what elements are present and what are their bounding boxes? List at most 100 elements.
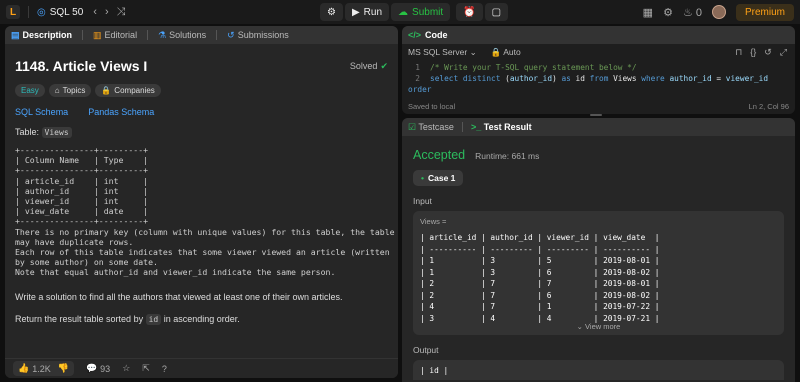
streak-count: 0 [695, 6, 702, 19]
output-label: Output [413, 345, 439, 355]
comments-button[interactable]: 💬 93 [86, 363, 110, 374]
run-button[interactable]: ▶ Run [344, 3, 390, 21]
order-text-post: in ascending order. [163, 313, 240, 324]
saved-status: Saved to local [408, 102, 456, 111]
description-tabs: ▤ Description ▥ Editorial ⚗ Solutions ↺ … [5, 26, 398, 44]
panel-resize-handle[interactable] [590, 114, 602, 116]
tab-divider [461, 122, 463, 132]
submit-label: Submit [412, 6, 444, 18]
tab-submissions-label: Submissions [237, 30, 289, 40]
companies-chip[interactable]: 🔒 Companies [95, 84, 161, 97]
tab-description-label: Description [22, 30, 73, 40]
streak-fire-icon[interactable]: ♨ 0 [683, 6, 702, 19]
timer-button[interactable]: ⏰ [456, 3, 483, 21]
pandas-schema-link[interactable]: Pandas Schema [88, 107, 154, 117]
layout-icon[interactable]: ▦ [643, 6, 653, 19]
problem-description: 1148. Article Views I Solved ✔ Easy ⌂ Top… [5, 44, 398, 325]
checkbox-icon: ☑ [408, 121, 417, 132]
comment-icon: 💬 [85, 363, 98, 373]
solved-label: Solved [349, 61, 378, 71]
tab-divider [82, 30, 84, 40]
sql-schema-link[interactable]: SQL Schema [15, 107, 68, 117]
editor-toolbar: MS SQL Server ⌄ 🔒 Auto ⊓ {} ↺ ⤢ [402, 44, 795, 60]
code-panel: </> Code MS SQL Server ⌄ 🔒 Auto ⊓ {} ↺ ⤢… [402, 26, 795, 114]
tab-submissions[interactable]: ↺ Submissions [227, 30, 289, 41]
order-text-pre: Return the result table sorted by [15, 313, 144, 324]
like-button[interactable]: 👍 1.2K 👎 [13, 361, 74, 376]
code-line: 1 /* Write your T-SQL query statement bel… [408, 62, 795, 73]
next-problem-icon[interactable]: › [105, 6, 109, 18]
tab-description[interactable]: ▤ Description [11, 30, 72, 41]
language-select[interactable]: MS SQL Server ⌄ [408, 47, 477, 58]
shuffle-icon[interactable]: ⤨ [117, 6, 126, 19]
test-result-label: Test Result [483, 122, 532, 132]
submit-button[interactable]: ☁ Submit [391, 3, 451, 21]
code-comment: /* Write your T-SQL query statement belo… [430, 63, 637, 72]
run-label: Run [363, 6, 383, 18]
lock-icon: 🔒 [490, 46, 502, 57]
cursor-position: Ln 2, Col 96 [748, 102, 789, 111]
braces-icon[interactable]: {} [750, 47, 756, 58]
help-icon[interactable]: ? [162, 364, 167, 374]
code-header: </> Code [402, 26, 795, 44]
debug-icon: ⚙ [327, 6, 336, 18]
lock-icon: 🔒 [101, 86, 112, 95]
flask-icon: ⚗ [158, 29, 167, 40]
alarm-icon: ⏰ [463, 6, 476, 18]
auto-mode-toggle[interactable]: 🔒 Auto [491, 47, 521, 58]
code-line: 2 select distinct (author_id) as id from … [408, 74, 769, 94]
comment-count: 93 [100, 363, 111, 374]
problem-title[interactable]: 1148. Article Views I [15, 58, 147, 74]
case-1-tab[interactable]: • Case 1 [413, 170, 464, 186]
input-label: Input [413, 196, 432, 206]
description-panel: ▤ Description ▥ Editorial ⚗ Solutions ↺ … [5, 26, 398, 378]
tab-editorial[interactable]: ▥ Editorial [93, 30, 137, 41]
result-tabs: ☑ Testcase >_ Test Result [402, 118, 795, 136]
task-statement: Write a solution to find all the authors… [15, 291, 343, 302]
view-more-label: View more [585, 322, 621, 331]
nav-divider [28, 6, 29, 18]
chevron-down-icon: ⌄ [469, 46, 477, 57]
bookmark-icon[interactable]: ⊓ [735, 47, 742, 58]
note-icon: ▢ [491, 6, 502, 18]
tab-solutions[interactable]: ⚗ Solutions [158, 30, 206, 41]
expand-icon[interactable]: ⤢ [780, 47, 787, 58]
tab-test-result[interactable]: >_ Test Result [471, 122, 532, 132]
list-icon: ◎ [37, 6, 46, 18]
terminal-icon: >_ [470, 122, 482, 132]
problem-list-button[interactable]: ◎ SQL 50 [37, 7, 83, 18]
editor-status-bar: Saved to local Ln 2, Col 96 [408, 102, 789, 111]
premium-button[interactable]: Premium [735, 3, 794, 21]
run-submit-group: ⚙ ▶ Run ☁ Submit ⏰ ▢ [320, 3, 509, 21]
companies-label: Companies [114, 86, 155, 95]
order-code: id [145, 313, 162, 325]
description-footer: 👍 1.2K 👎 💬 93 ☆ ⇱ ? [5, 358, 398, 378]
settings-gear-icon[interactable]: ⚙ [663, 6, 673, 19]
check-circle-icon: ✔ [380, 60, 388, 71]
input-box: Views = | article_id | author_id | viewe… [413, 211, 784, 335]
table-caption: Table: Views [15, 127, 388, 138]
leetcode-logo-icon[interactable]: L [6, 5, 20, 19]
share-icon[interactable]: ⇱ [142, 363, 150, 374]
thumbs-up-icon: 👍 [18, 363, 30, 373]
book-icon: ▥ [93, 29, 102, 40]
testcase-label: Testcase [418, 121, 454, 132]
user-avatar[interactable] [711, 5, 726, 19]
reset-icon[interactable]: ↺ [764, 47, 772, 58]
tab-editorial-label: Editorial [104, 30, 138, 40]
view-more-button[interactable]: ⌄ View more [413, 322, 784, 331]
topics-chip[interactable]: ⌂ Topics [48, 84, 92, 97]
nav-right: ▦ ⚙ ♨ 0 Premium [643, 3, 794, 21]
star-icon[interactable]: ☆ [122, 363, 130, 374]
mode-label: Auto [503, 46, 521, 57]
tab-solutions-label: Solutions [169, 30, 207, 40]
line-number: 1 [415, 63, 420, 72]
language-label: MS SQL Server [408, 46, 468, 57]
tab-testcase[interactable]: ☑ Testcase [408, 122, 454, 133]
thumbs-down-icon[interactable]: 👎 [58, 363, 69, 374]
notes-button[interactable]: ▢ [484, 3, 509, 21]
code-editor[interactable]: 1 /* Write your T-SQL query statement bel… [402, 60, 795, 95]
debug-button[interactable]: ⚙ [320, 3, 343, 21]
code-icon: </> [408, 30, 422, 40]
prev-problem-icon[interactable]: ‹ [93, 6, 97, 18]
